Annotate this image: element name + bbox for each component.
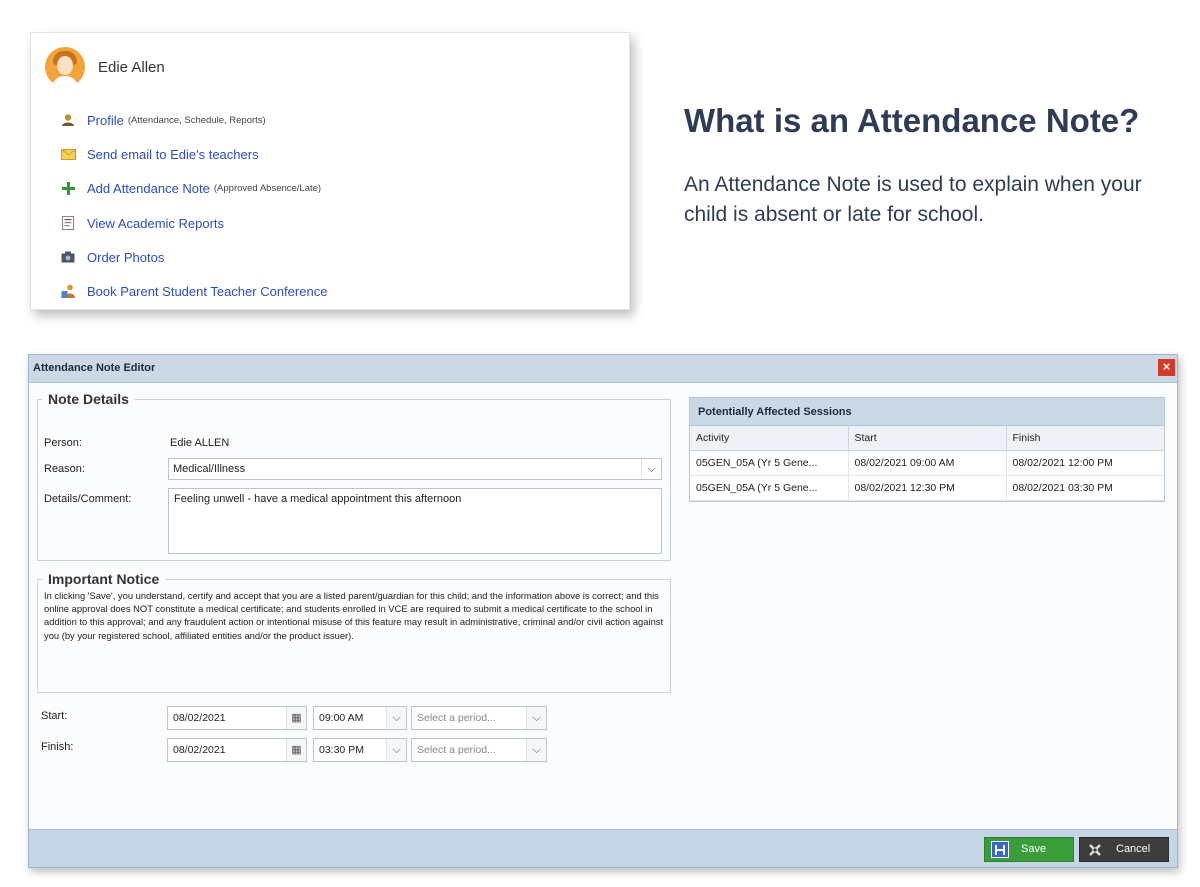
book-conference-link[interactable]: Book Parent Student Teacher Conference xyxy=(87,284,327,299)
finish-time-value: 03:30 PM xyxy=(319,744,364,756)
envelope-icon xyxy=(59,146,77,162)
close-icon[interactable]: × xyxy=(1158,359,1175,376)
column-header-activity[interactable]: Activity xyxy=(690,426,849,451)
finish-period-select[interactable]: Select a period... ⌵ xyxy=(411,738,547,762)
plus-icon xyxy=(59,181,77,197)
important-notice-text: In clicking 'Save', you understand, cert… xyxy=(44,590,664,641)
avatar xyxy=(45,47,85,87)
comment-label: Details/Comment: xyxy=(44,493,132,505)
session-activity: 05GEN_05A (Yr 5 Gene... xyxy=(690,450,849,476)
student-name: Edie Allen xyxy=(98,58,165,76)
start-time-value: 09:00 AM xyxy=(319,712,364,724)
report-icon xyxy=(59,215,77,231)
start-period-select[interactable]: Select a period... ⌵ xyxy=(411,706,547,730)
page-title: What is an Attendance Note? xyxy=(684,102,1140,139)
finish-time-select[interactable]: 03:30 PM ⌵ xyxy=(313,738,407,762)
student-profile-card: Edie Allen Profile (Attendance, Schedule… xyxy=(30,32,630,310)
start-date-input[interactable]: 08/02/2021 ▦ xyxy=(167,706,307,730)
floppy-disk-icon xyxy=(991,841,1009,858)
reason-value: Medical/Illness xyxy=(173,463,246,475)
start-time-select[interactable]: 09:00 AM ⌵ xyxy=(313,706,407,730)
chevron-down-icon[interactable]: ⌵ xyxy=(526,707,546,729)
note-details-group: Note Details Person: Edie ALLEN Reason: … xyxy=(37,391,671,561)
session-start: 08/02/2021 12:30 PM xyxy=(848,475,1007,501)
person-icon xyxy=(59,112,77,128)
calendar-icon[interactable]: ▦ xyxy=(286,739,306,761)
student-actions-menu: Profile (Attendance, Schedule, Reports) … xyxy=(59,103,327,309)
chevron-down-icon[interactable]: ⌵ xyxy=(386,739,406,761)
intro-text: An Attendance Note is used to explain wh… xyxy=(684,173,1142,226)
table-row[interactable]: 05GEN_05A (Yr 5 Gene... 08/02/2021 09:00… xyxy=(690,450,1164,476)
dialog-footer: Save Cancel xyxy=(29,829,1177,867)
add-attendance-note-link[interactable]: Add Attendance Note xyxy=(87,181,210,196)
reason-label: Reason: xyxy=(44,463,85,475)
comment-textarea[interactable]: Feeling unwell - have a medical appointm… xyxy=(168,488,662,554)
add-attendance-note-note: (Approved Absence/Late) xyxy=(213,183,322,195)
finish-date-input[interactable]: 08/02/2021 ▦ xyxy=(167,738,307,762)
table-header-row: Activity Start Finish xyxy=(690,426,1164,451)
save-label: Save xyxy=(1021,843,1047,855)
session-activity: 05GEN_05A (Yr 5 Gene... xyxy=(690,475,849,501)
start-period-placeholder: Select a period... xyxy=(417,712,496,724)
menu-item-academic-reports[interactable]: View Academic Reports xyxy=(59,206,327,240)
finish-label: Finish: xyxy=(41,741,74,753)
profile-link[interactable]: Profile xyxy=(87,113,124,128)
start-date-value: 08/02/2021 xyxy=(173,712,226,724)
cancel-button[interactable]: Cancel xyxy=(1079,837,1169,862)
finish-date-value: 08/02/2021 xyxy=(173,744,226,756)
order-photos-link[interactable]: Order Photos xyxy=(87,250,164,265)
card-header: Edie Allen xyxy=(45,47,165,87)
academic-reports-link[interactable]: View Academic Reports xyxy=(87,216,224,231)
session-start: 08/02/2021 09:00 AM xyxy=(848,450,1007,476)
cancel-label: Cancel xyxy=(1116,843,1151,855)
send-email-link[interactable]: Send email to Edie's teachers xyxy=(87,147,259,162)
table-row[interactable]: 05GEN_05A (Yr 5 Gene... 08/02/2021 12:30… xyxy=(690,475,1164,501)
affected-sessions-table: Activity Start Finish 05GEN_05A (Yr 5 Ge… xyxy=(690,426,1164,501)
calendar-icon[interactable]: ▦ xyxy=(286,707,306,729)
finish-period-placeholder: Select a period... xyxy=(417,744,496,756)
person-value: Edie ALLEN xyxy=(170,437,230,449)
session-finish: 08/02/2021 12:00 PM xyxy=(1006,450,1164,476)
affected-sessions-panel: Potentially Affected Sessions Activity S… xyxy=(689,397,1165,502)
important-notice-group: Important Notice In clicking 'Save', you… xyxy=(37,571,671,693)
profile-note: (Attendance, Schedule, Reports) xyxy=(127,114,266,126)
start-label: Start: xyxy=(41,710,68,722)
menu-item-send-email[interactable]: Send email to Edie's teachers xyxy=(59,137,327,171)
reason-select[interactable]: Medical/Illness ⌵ xyxy=(168,458,662,480)
column-header-start[interactable]: Start xyxy=(848,426,1007,451)
menu-item-book-conference[interactable]: Book Parent Student Teacher Conference xyxy=(59,274,327,308)
person-label: Person: xyxy=(44,437,82,449)
menu-item-add-attendance-note[interactable]: Add Attendance Note (Approved Absence/La… xyxy=(59,172,327,206)
menu-item-order-photos[interactable]: Order Photos xyxy=(59,240,327,274)
dialog-title: Attendance Note Editor xyxy=(29,355,1177,383)
important-notice-legend: Important Notice xyxy=(48,571,160,587)
cancel-icon xyxy=(1086,841,1104,858)
camera-icon xyxy=(59,249,77,265)
note-details-legend: Note Details xyxy=(48,391,129,407)
affected-sessions-title: Potentially Affected Sessions xyxy=(690,398,1164,426)
conference-icon xyxy=(59,284,77,300)
column-header-finish[interactable]: Finish xyxy=(1006,426,1164,451)
chevron-down-icon[interactable]: ⌵ xyxy=(641,459,661,479)
menu-item-profile[interactable]: Profile (Attendance, Schedule, Reports) xyxy=(59,103,327,137)
save-button[interactable]: Save xyxy=(984,837,1074,862)
attendance-note-editor-dialog: Attendance Note Editor × Note Details Pe… xyxy=(28,354,1178,868)
chevron-down-icon[interactable]: ⌵ xyxy=(526,739,546,761)
session-finish: 08/02/2021 03:30 PM xyxy=(1006,475,1164,501)
chevron-down-icon[interactable]: ⌵ xyxy=(386,707,406,729)
